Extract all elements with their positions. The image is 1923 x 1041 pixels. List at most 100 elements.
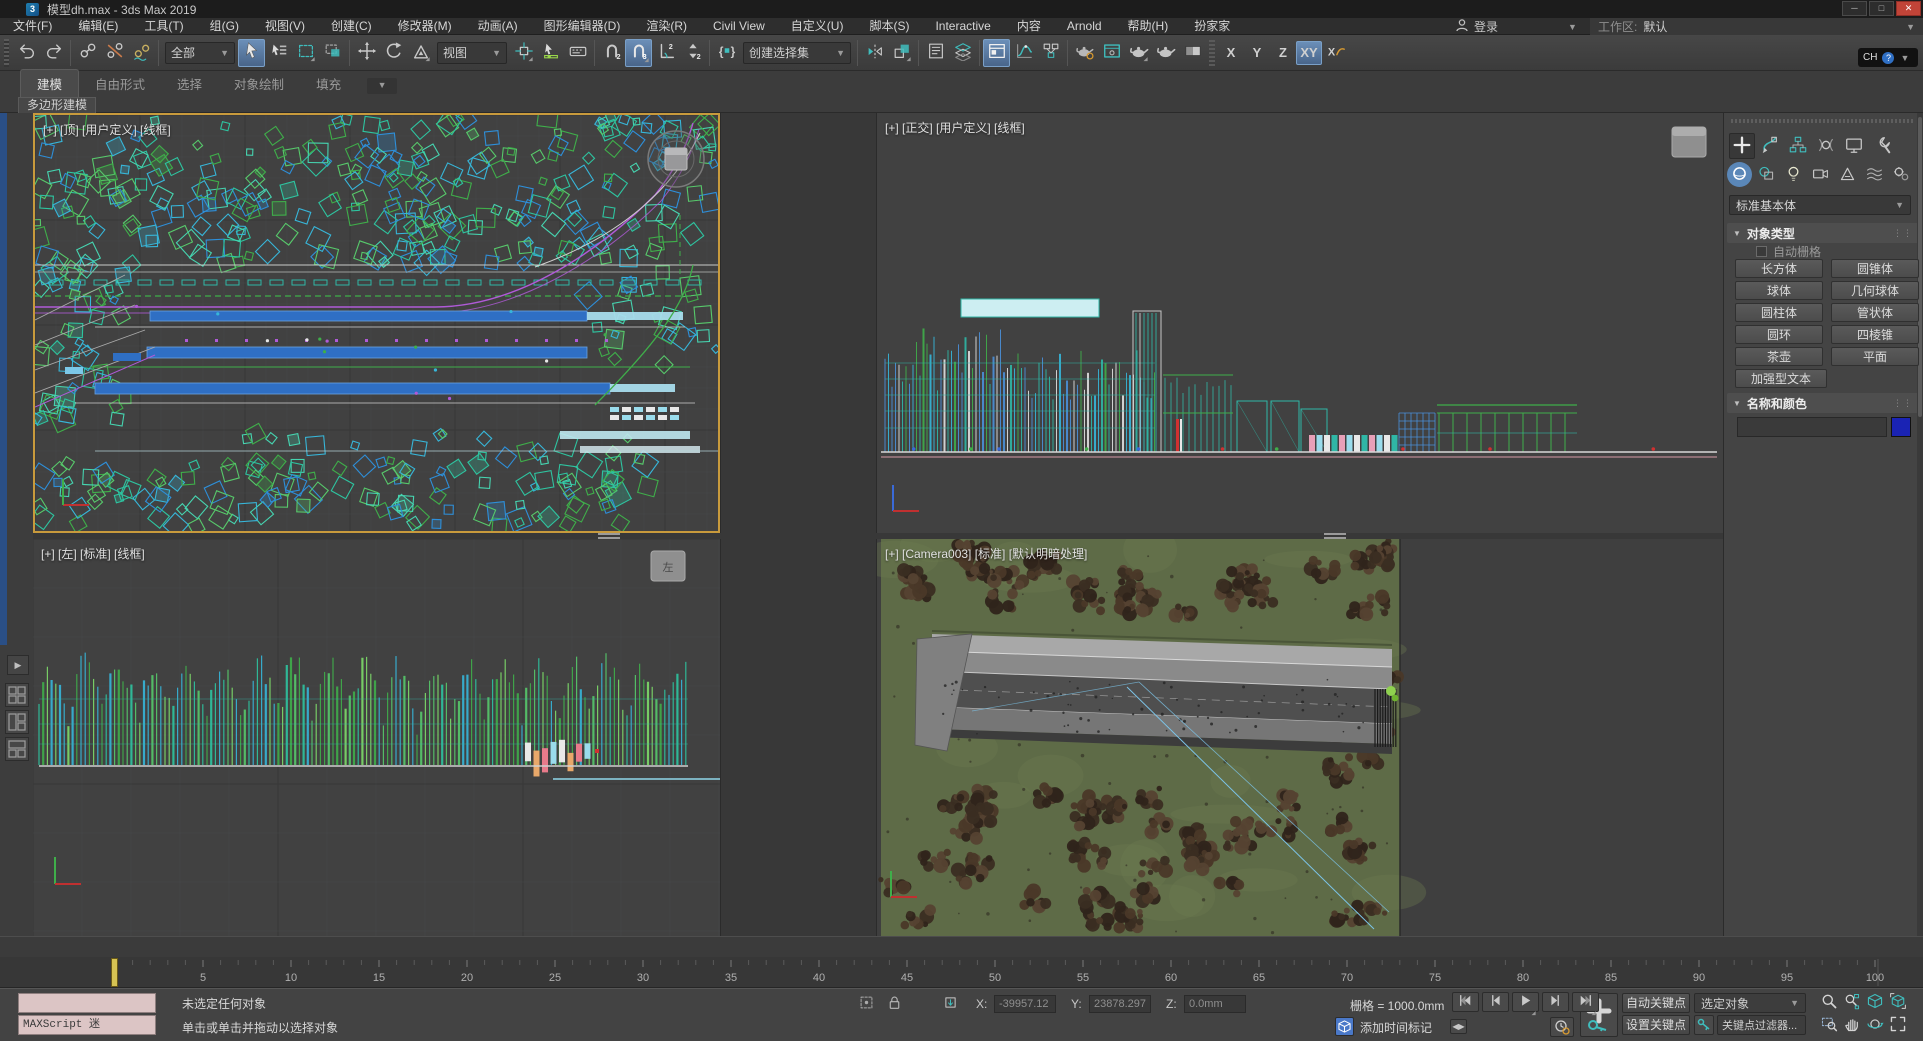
rollout-object-type[interactable]: ▼ 对象类型 ⋮⋮ (1727, 223, 1919, 243)
category-space-warps[interactable] (1862, 162, 1887, 187)
z-coord-field[interactable]: 0.0mm (1184, 995, 1246, 1013)
help-icon[interactable]: ? (1882, 52, 1894, 64)
use-pivot-center-button[interactable] (510, 39, 537, 67)
maxscript-mini-listener-label[interactable]: MAXScript 迷 (18, 1015, 156, 1035)
checkbox-icon[interactable] (1756, 246, 1767, 257)
tab-hierarchy[interactable] (1785, 133, 1811, 159)
viewport-splitter-handle[interactable] (1324, 533, 1346, 539)
workspace-selector[interactable]: 工作区: 默认 ▼ (1590, 18, 1923, 35)
snaps-use-axis-constraints-button[interactable]: X (1322, 39, 1349, 67)
selection-set-dropdown[interactable]: 选定对象▼ (1694, 993, 1806, 1013)
select-and-manipulate-button[interactable] (537, 39, 564, 67)
zoom-extents-all-button[interactable] (1887, 992, 1908, 1013)
keyboard-shortcut-override-button[interactable] (564, 39, 591, 67)
tab-display[interactable] (1841, 133, 1867, 159)
tab-motion[interactable] (1813, 133, 1839, 159)
axis-constraint-y-button[interactable]: Y (1244, 41, 1270, 65)
object-color-swatch[interactable] (1891, 417, 1911, 437)
primitive-button-4[interactable]: 圆柱体 (1735, 303, 1823, 322)
menu-6[interactable]: 修改器(M) (385, 18, 465, 35)
menu-8[interactable]: 图形编辑器(D) (531, 18, 634, 35)
maxscript-mini-listener-row[interactable] (18, 993, 156, 1013)
viewport-splitter-handle[interactable] (598, 533, 620, 539)
command-panel-scrollbar[interactable] (1917, 113, 1923, 936)
select-and-move-button[interactable] (353, 39, 380, 67)
tab-modify[interactable] (1757, 133, 1783, 159)
tab-create[interactable] (1729, 133, 1755, 159)
tab-utilities[interactable] (1869, 133, 1895, 159)
primitive-button-7[interactable]: 四棱锥 (1831, 325, 1919, 344)
menu-13[interactable]: Interactive (922, 18, 1003, 35)
isolate-selection-toggle[interactable] (856, 994, 876, 1014)
category-shapes[interactable] (1754, 162, 1779, 187)
docked-bar-handle[interactable] (0, 113, 7, 645)
named-selection-sets-dropdown[interactable]: 创建选择集▼ (743, 42, 851, 64)
axis-constraint-z-button[interactable]: Z (1270, 41, 1296, 65)
undo-button[interactable] (13, 39, 40, 67)
time-slider-playhead[interactable] (111, 958, 118, 987)
maximize-button[interactable]: □ (1869, 1, 1894, 16)
menu-0[interactable]: 文件(F) (0, 18, 65, 35)
close-button[interactable]: ✕ (1896, 1, 1921, 16)
menu-3[interactable]: 组(G) (197, 18, 252, 35)
select-and-scale-button[interactable] (407, 39, 434, 67)
viewport-orthographic[interactable]: [+] [正交] [用户定义] [线框] (877, 113, 1723, 533)
primitive-button-8[interactable]: 茶壶 (1735, 347, 1823, 366)
menu-12[interactable]: 脚本(S) (856, 18, 922, 35)
maximize-viewport-toggle-button[interactable] (1887, 1015, 1908, 1036)
zoom-button[interactable] (1818, 992, 1839, 1013)
ribbon-tab-1[interactable]: 自由形式 (79, 70, 161, 97)
angle-snap-toggle-button[interactable]: 2 (652, 39, 679, 67)
select-and-link-button[interactable] (74, 39, 101, 67)
previous-frame-button[interactable] (1482, 992, 1509, 1012)
key-mode-icon[interactable] (1694, 1015, 1714, 1035)
primitive-category-dropdown[interactable]: 标准基本体 ▼ (1729, 195, 1911, 215)
toolbar-drag-handle[interactable] (4, 39, 9, 67)
play-animation-button[interactable] (1512, 992, 1539, 1012)
viewport-top[interactable]: [+] [顶] [用户定义] [线框] (33, 113, 720, 533)
menu-15[interactable]: Arnold (1054, 18, 1115, 35)
primitive-button-6[interactable]: 圆环 (1735, 325, 1823, 344)
axis-constraint-plane-button[interactable]: XY (1296, 41, 1322, 65)
primitive-button-1[interactable]: 圆锥体 (1831, 259, 1919, 278)
tab-polygon-modeling[interactable]: 多边形建模 (18, 97, 96, 113)
zoom-extents-button[interactable] (1864, 992, 1885, 1013)
help-search-widget[interactable]: CH ? ▼ (1858, 48, 1918, 67)
menu-1[interactable]: 编辑(E) (65, 18, 131, 35)
window-crossing-toggle-button[interactable] (319, 39, 346, 67)
align-button[interactable] (888, 39, 915, 67)
time-configuration-button[interactable] (1550, 1017, 1574, 1037)
curve-editor-button[interactable] (1010, 39, 1037, 67)
primitive-button-10[interactable]: 加强型文本 (1735, 369, 1827, 388)
orbit-button[interactable] (1864, 1015, 1885, 1036)
snaps-toggle-2d-button[interactable]: 2 (598, 39, 625, 67)
command-panel-drag-handle[interactable] (1731, 119, 1915, 123)
unlink-selection-button[interactable] (101, 39, 128, 67)
primitive-button-5[interactable]: 管状体 (1831, 303, 1919, 322)
next-frame-button[interactable] (1542, 992, 1569, 1012)
ribbon-tab-4[interactable]: 填充 (300, 70, 357, 97)
redo-button[interactable] (40, 39, 67, 67)
rollout-name-color[interactable]: ▼ 名称和颜色 ⋮⋮ (1727, 393, 1919, 413)
viewport-left[interactable]: 左 [+] [左] [标准] [线框] (33, 539, 720, 936)
previous-next-key-buttons[interactable]: ◀▶ (1450, 1019, 1467, 1034)
reference-coordinate-system-dropdown[interactable]: 视图▼ (437, 42, 507, 64)
zoom-region-button[interactable] (1818, 1015, 1839, 1036)
absolute-mode-toggle[interactable] (940, 994, 960, 1014)
primitive-button-3[interactable]: 几何球体 (1831, 281, 1919, 300)
viewport-empty-strip[interactable] (720, 113, 877, 936)
category-helpers[interactable] (1835, 162, 1860, 187)
axis-constraint-x-button[interactable]: X (1218, 41, 1244, 65)
layout-tabs-expand-button[interactable]: ▶ (7, 655, 29, 675)
toggle-scene-explorer-button[interactable] (922, 39, 949, 67)
ribbon-tab-0[interactable]: 建模 (20, 69, 79, 97)
menu-5[interactable]: 创建(C) (318, 18, 385, 35)
add-time-tag[interactable]: 添加时间标记 (1360, 1019, 1432, 1036)
schematic-view-button[interactable] (1037, 39, 1064, 67)
viewport-orthographic-label[interactable]: [+] [正交] [用户定义] [线框] (885, 119, 1025, 136)
pan-view-button[interactable] (1841, 1015, 1862, 1036)
go-to-end-button[interactable] (1572, 992, 1599, 1012)
viewport-camera[interactable]: [+] [Camera003] [标准] [默认明暗处理] (877, 539, 1723, 936)
selection-filter-dropdown[interactable]: 全部▼ (165, 42, 235, 64)
rectangular-selection-region-button[interactable] (292, 39, 319, 67)
